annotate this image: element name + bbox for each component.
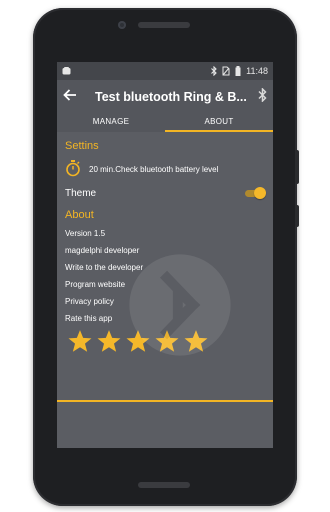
- toggle-knob: [254, 187, 266, 199]
- battery-icon: [235, 66, 241, 76]
- theme-toggle[interactable]: [243, 187, 266, 199]
- about-heading: About: [65, 209, 94, 221]
- status-bar: 11:48: [57, 62, 273, 80]
- star-icon[interactable]: [96, 329, 122, 354]
- footer-area: [57, 402, 273, 448]
- volume-button: [295, 150, 299, 184]
- no-sim-icon: [222, 66, 230, 76]
- theme-label: Theme: [65, 187, 97, 199]
- check-interval-label: 20 min.Check bluetooth battery level: [89, 164, 219, 174]
- app-bar: Test bluetooth Ring & B...: [57, 80, 273, 114]
- status-time: 11:48: [246, 66, 268, 76]
- back-arrow-icon[interactable]: [63, 88, 77, 106]
- tab-manage[interactable]: MANAGE: [57, 114, 165, 132]
- app-screen: 11:48 Test bluetooth Ring & B... MANAGE …: [57, 62, 273, 448]
- settings-heading: Settins: [65, 140, 99, 152]
- bottom-speaker: [138, 482, 190, 488]
- tab-bar: MANAGE ABOUT: [57, 114, 273, 132]
- app-logo-watermark-icon: [129, 254, 231, 356]
- version-text: Version 1.5: [65, 229, 106, 238]
- check-interval-setting[interactable]: 20 min.Check bluetooth battery level: [65, 158, 265, 180]
- theme-setting: Theme: [65, 183, 266, 203]
- page-title: Test bluetooth Ring & B...: [95, 90, 247, 104]
- stopwatch-icon: [65, 159, 81, 179]
- app-notification-icon: [62, 67, 71, 75]
- tab-about[interactable]: ABOUT: [165, 114, 273, 132]
- bluetooth-status-icon: [211, 66, 217, 76]
- earpiece-speaker: [138, 22, 190, 28]
- front-camera: [118, 21, 126, 29]
- star-icon[interactable]: [67, 329, 93, 354]
- about-content: Settins 20 min.Check bluetooth battery l…: [57, 132, 273, 356]
- bluetooth-icon[interactable]: [258, 86, 267, 107]
- power-button: [295, 205, 299, 227]
